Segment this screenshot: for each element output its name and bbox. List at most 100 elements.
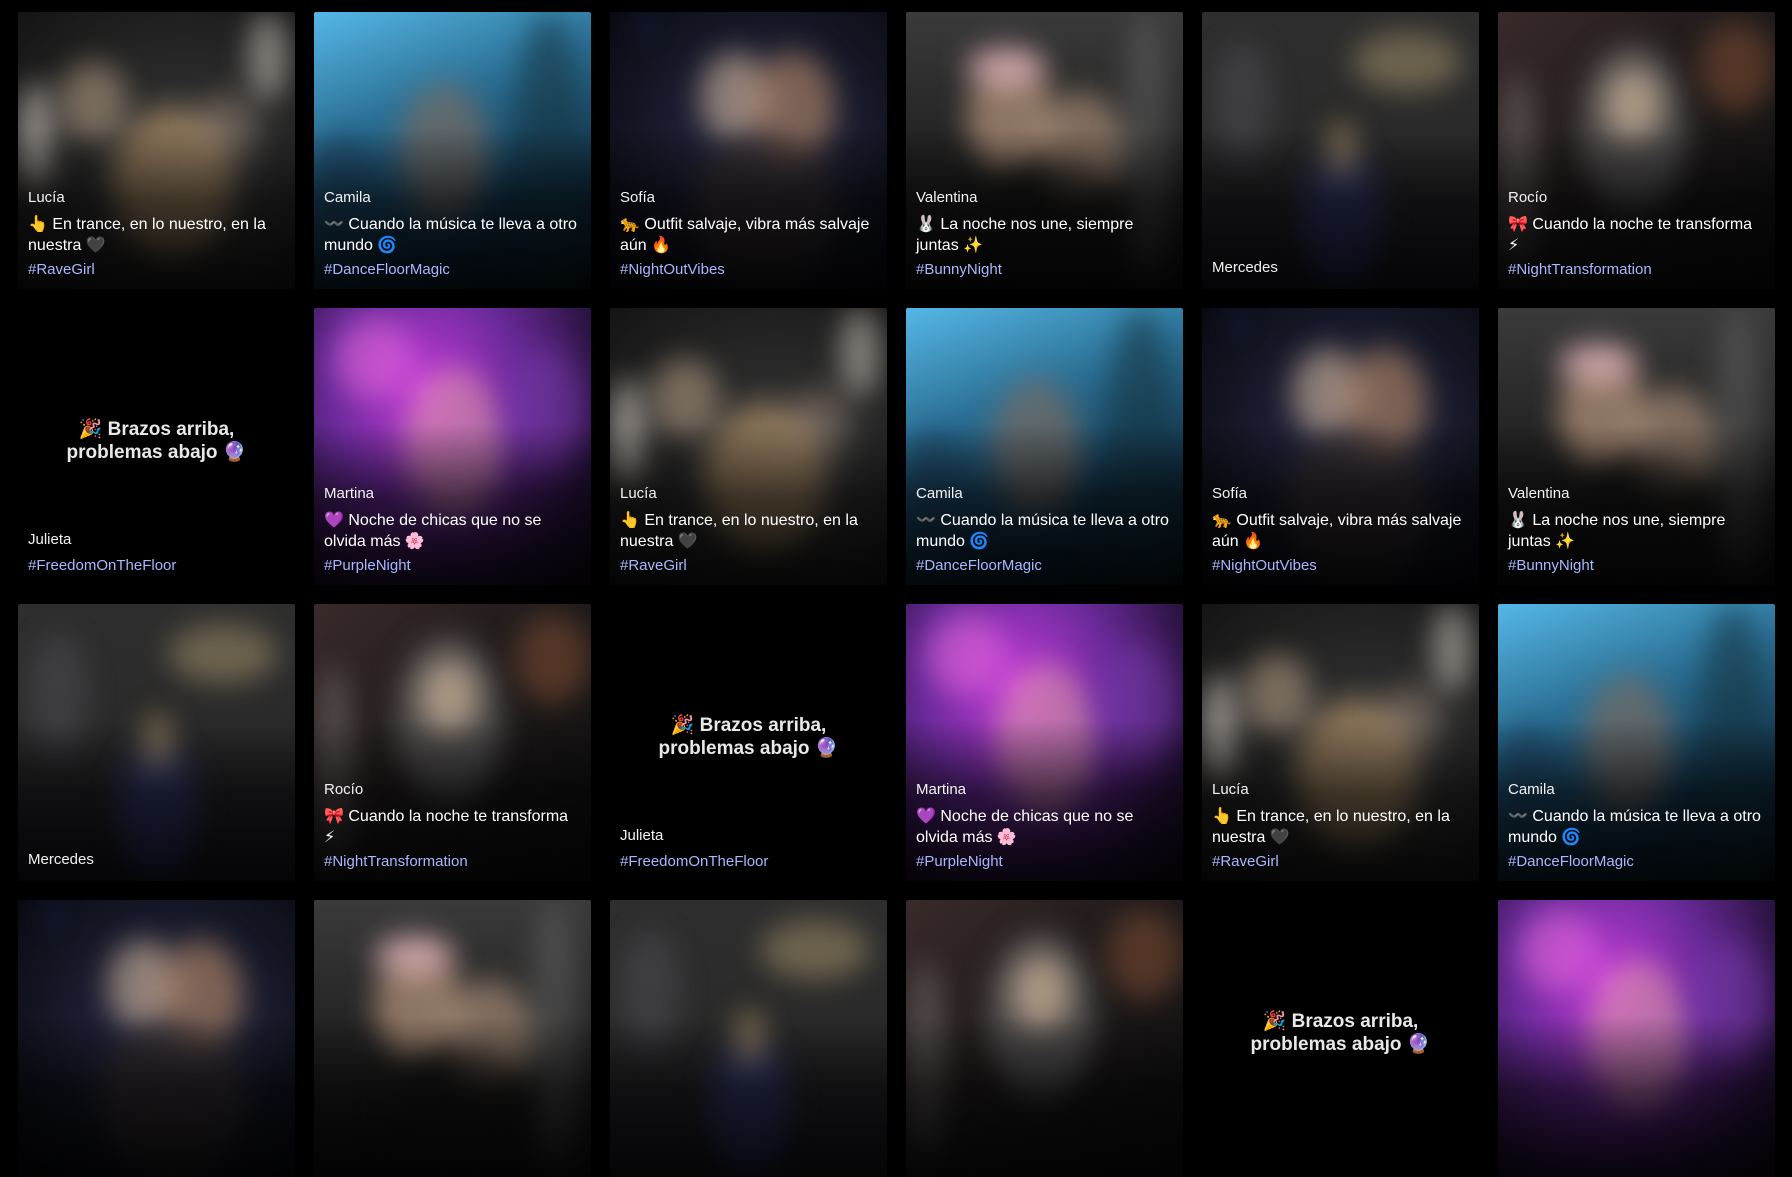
post-author[interactable]: Rocío (324, 781, 579, 799)
post-hashtag[interactable]: #DanceFloorMagic (324, 260, 579, 279)
post-card[interactable]: Valentina 🐰 La noche nos une, siempre jun… (906, 12, 1183, 289)
post-meta: Valentina 🐰 La noche nos une, siempre jun… (916, 189, 1171, 279)
post-caption: 〰️ Cuando la música te lleva a otro mund… (1508, 808, 1761, 846)
post-card[interactable]: Camila 〰️ Cuando la música te lleva a otr… (1498, 604, 1775, 881)
post-card[interactable]: Valentina 🐰 La noche nos une, siempre jun… (1498, 308, 1775, 585)
post-hashtag[interactable]: #BunnyNight (916, 260, 1171, 279)
photo-detail (48, 910, 56, 918)
post-hashtag[interactable]: #DanceFloorMagic (916, 556, 1171, 575)
post-author[interactable]: Julieta (620, 827, 875, 845)
photo-detail (248, 12, 288, 102)
post-card[interactable]: Rocío 🎀 Cuando la noche te transforma ⚡ #N… (314, 604, 591, 881)
post-card[interactable]: Lucía 👆 En trance, en lo nuestro, en la n… (1202, 604, 1479, 881)
post-card[interactable] (610, 900, 887, 1177)
photo-detail (1558, 343, 1638, 383)
post-author[interactable]: Camila (324, 189, 579, 207)
photo-detail (966, 47, 1046, 87)
photo-detail (1232, 318, 1240, 326)
post-meta: Lucía 👆 En trance, en lo nuestro, en la n… (1212, 781, 1467, 871)
photo-detail (514, 614, 591, 704)
photo-detail (168, 624, 278, 684)
post-card[interactable]: Sofía 🐆 Outfit salvaje, vibra más salvaje… (610, 12, 887, 289)
post-meta: Sofía 🐆 Outfit salvaje, vibra más salvaje… (620, 189, 875, 279)
post-card[interactable]: Rocío 🎀 Cuando la noche te transforma ⚡ #N… (1498, 12, 1775, 289)
post-card[interactable]: 🎉 Brazos arriba, problemas abajo 🔮 Juliet… (610, 604, 887, 881)
post-meta: Camila 〰️ Cuando la música te lleva a otr… (1508, 781, 1763, 871)
post-author[interactable]: Lucía (620, 485, 875, 503)
post-author[interactable]: Valentina (916, 189, 1171, 207)
post-card[interactable] (1498, 900, 1775, 1177)
post-caption: 🎀 Cuando la noche te transforma ⚡ (324, 808, 569, 846)
post-card[interactable] (314, 900, 591, 1177)
photo-detail (334, 318, 414, 398)
post-author[interactable]: Valentina (1508, 485, 1763, 503)
post-author[interactable]: Julieta (28, 531, 283, 549)
post-card[interactable]: Camila 〰️ Cuando la música te lleva a otr… (314, 12, 591, 289)
post-meta: Valentina 🐰 La noche nos une, siempre jun… (1508, 485, 1763, 575)
post-card[interactable]: Camila 〰️ Cuando la música te lleva a otr… (906, 308, 1183, 585)
photo-grid: Lucía 👆 En trance, en lo nuestro, en la n… (18, 12, 1778, 1177)
post-author[interactable]: Camila (1508, 781, 1763, 799)
post-hashtag[interactable]: #PurpleNight (916, 852, 1171, 871)
post-author[interactable]: Lucía (1212, 781, 1467, 799)
photo-detail (1352, 32, 1462, 92)
post-hashtag[interactable]: #NightTransformation (324, 852, 579, 871)
post-card[interactable] (18, 900, 295, 1177)
post-card[interactable]: Lucía 👆 En trance, en lo nuestro, en la n… (610, 308, 887, 585)
post-author[interactable]: Mercedes (1212, 259, 1467, 277)
photo-detail (1432, 604, 1472, 694)
post-meta: Lucía 👆 En trance, en lo nuestro, en la n… (620, 485, 875, 575)
post-caption: 💜 Noche de chicas que no se olvida más 🌸 (324, 512, 542, 550)
post-author[interactable]: Sofía (620, 189, 875, 207)
post-meta: Julieta #FreedomOnTheFloor (620, 827, 875, 871)
post-hashtag[interactable]: #PurpleNight (324, 556, 579, 575)
caption-gradient (906, 1016, 1183, 1177)
photo-detail (926, 614, 1006, 694)
photo-detail (1698, 22, 1775, 112)
post-card[interactable] (906, 900, 1183, 1177)
post-hashtag[interactable]: #RaveGirl (620, 556, 875, 575)
caption-gradient (314, 1016, 591, 1177)
post-caption: 👆 En trance, en lo nuestro, en la nuestr… (28, 216, 266, 254)
photo-detail (1106, 910, 1183, 1000)
post-hashtag[interactable]: #BunnyNight (1508, 556, 1763, 575)
post-card[interactable]: Lucía 👆 En trance, en lo nuestro, en la n… (18, 12, 295, 289)
post-card[interactable]: Martina 💜 Noche de chicas que no se olvid… (906, 604, 1183, 881)
post-card[interactable]: Mercedes (18, 604, 295, 881)
post-hashtag[interactable]: #FreedomOnTheFloor (28, 556, 283, 575)
caption-gradient (610, 1016, 887, 1177)
caption-gradient (1498, 1016, 1775, 1177)
post-author[interactable]: Martina (916, 781, 1171, 799)
post-card[interactable]: Martina 💜 Noche de chicas que no se olvid… (314, 308, 591, 585)
post-meta: Sofía 🐆 Outfit salvaje, vibra más salvaje… (1212, 485, 1467, 575)
photo-detail (760, 920, 870, 980)
post-hashtag[interactable]: #NightOutVibes (1212, 556, 1467, 575)
post-author[interactable]: Rocío (1508, 189, 1763, 207)
post-card[interactable]: 🎉 Brazos arriba, problemas abajo 🔮 (1202, 900, 1479, 1177)
post-hashtag[interactable]: #FreedomOnTheFloor (620, 852, 875, 871)
post-author[interactable]: Camila (916, 485, 1171, 503)
post-meta: Julieta #FreedomOnTheFloor (28, 531, 283, 575)
post-author[interactable]: Martina (324, 485, 579, 503)
post-headline: 🎉 Brazos arriba, problemas abajo 🔮 (658, 715, 839, 759)
post-author[interactable]: Mercedes (28, 851, 283, 869)
post-caption: 👆 En trance, en lo nuestro, en la nuestr… (1212, 808, 1450, 846)
post-card[interactable]: Mercedes (1202, 12, 1479, 289)
post-hashtag[interactable]: #RaveGirl (28, 260, 283, 279)
post-hashtag[interactable]: #NightOutVibes (620, 260, 875, 279)
post-caption: 🐆 Outfit salvaje, vibra más salvaje aún … (620, 216, 870, 254)
post-hashtag[interactable]: #RaveGirl (1212, 852, 1467, 871)
photo-detail (374, 935, 454, 975)
post-author[interactable]: Sofía (1212, 485, 1467, 503)
post-card[interactable]: Sofía 🐆 Outfit salvaje, vibra más salvaje… (1202, 308, 1479, 585)
post-caption: 🐰 La noche nos une, siempre juntas ✨ (1508, 512, 1726, 550)
post-card[interactable]: 🎉 Brazos arriba, problemas abajo 🔮 Juliet… (18, 308, 295, 585)
post-caption: 〰️ Cuando la música te lleva a otro mund… (324, 216, 577, 254)
post-caption: 💜 Noche de chicas que no se olvida más 🌸 (916, 808, 1134, 846)
photo-detail (1518, 910, 1598, 990)
caption-gradient (18, 1016, 295, 1177)
post-hashtag[interactable]: #DanceFloorMagic (1508, 852, 1763, 871)
post-author[interactable]: Lucía (28, 189, 283, 207)
post-meta: Martina 💜 Noche de chicas que no se olvid… (324, 485, 579, 575)
post-hashtag[interactable]: #NightTransformation (1508, 260, 1763, 279)
